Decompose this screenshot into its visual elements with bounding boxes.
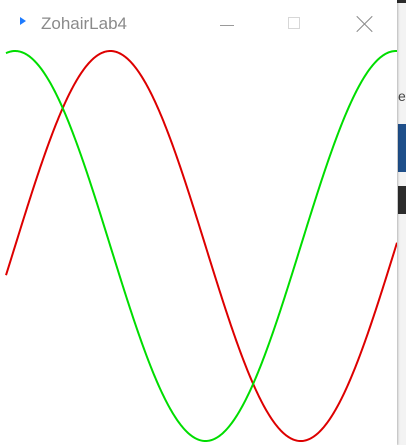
title-bar[interactable]: ZohairLab4 bbox=[0, 0, 397, 48]
background-app-text: e bbox=[398, 88, 406, 104]
maximize-button[interactable] bbox=[272, 6, 318, 42]
background-app-blue-panel bbox=[398, 124, 406, 172]
plot-surface bbox=[5, 50, 397, 442]
green-curve bbox=[5, 50, 397, 442]
window-title: ZohairLab4 bbox=[41, 14, 128, 33]
background-app bbox=[396, 0, 406, 445]
background-app-dark-panel bbox=[398, 186, 406, 214]
red-curve bbox=[5, 50, 397, 442]
minimize-icon bbox=[220, 25, 234, 26]
minimize-button[interactable] bbox=[204, 6, 250, 42]
close-icon bbox=[356, 15, 374, 33]
app-arrow-icon bbox=[20, 17, 26, 25]
maximize-icon bbox=[288, 17, 300, 29]
drawing-canvas bbox=[0, 0, 397, 445]
close-button[interactable] bbox=[342, 6, 388, 42]
app-window[interactable]: ZohairLab4 bbox=[0, 0, 397, 445]
desktop: e ZohairLab4 bbox=[0, 0, 406, 445]
